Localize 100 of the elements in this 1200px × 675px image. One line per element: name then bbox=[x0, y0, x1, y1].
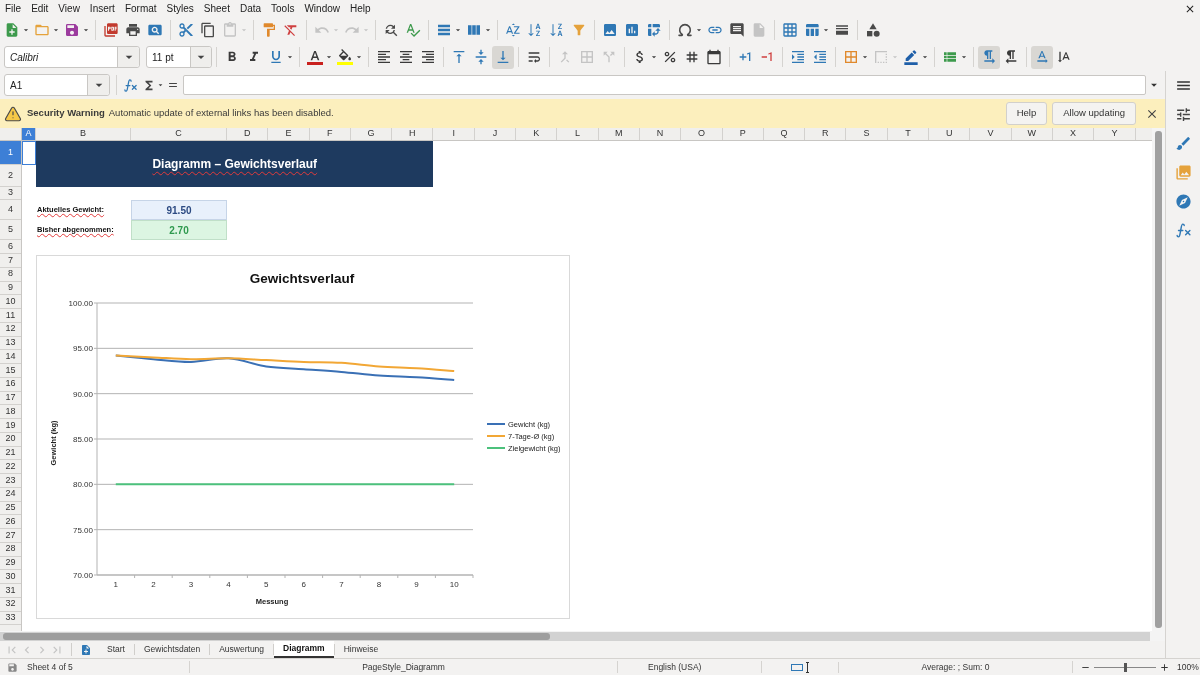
column-header[interactable]: M bbox=[598, 128, 640, 140]
row-header[interactable]: 30 bbox=[0, 570, 21, 584]
warning-action-button[interactable]: Help bbox=[1005, 102, 1048, 125]
scissors-icon[interactable] bbox=[178, 22, 194, 38]
sheet-tab[interactable]: Gewichtsdaten bbox=[134, 641, 210, 658]
column-header[interactable]: T bbox=[887, 128, 930, 140]
column-header[interactable]: G bbox=[350, 128, 393, 140]
function-icon[interactable] bbox=[123, 77, 138, 93]
row-header[interactable]: 8 bbox=[0, 267, 21, 282]
shapes-icon[interactable] bbox=[865, 22, 881, 38]
save-icon[interactable] bbox=[7, 661, 18, 673]
pdf-icon[interactable] bbox=[103, 22, 119, 38]
menu-item[interactable]: Help bbox=[350, 1, 371, 16]
row-header[interactable]: 5 bbox=[0, 220, 21, 240]
column-header[interactable]: Q bbox=[763, 128, 806, 140]
column-header[interactable]: B bbox=[36, 128, 131, 140]
column-header[interactable]: I bbox=[433, 128, 475, 140]
menu-item[interactable]: Styles bbox=[166, 1, 194, 16]
column-header[interactable]: D bbox=[227, 128, 269, 140]
sheet-tab[interactable]: Hinweise bbox=[334, 641, 388, 658]
menu-item[interactable]: View bbox=[58, 1, 80, 16]
align-top-icon[interactable] bbox=[451, 49, 467, 65]
menu-item[interactable]: Sheet bbox=[203, 1, 230, 16]
row-header[interactable]: 27 bbox=[0, 529, 21, 543]
compass-icon[interactable] bbox=[1174, 193, 1192, 210]
row-header[interactable]: 10 bbox=[0, 295, 21, 309]
list-icon[interactable] bbox=[942, 49, 958, 65]
hash-icon[interactable] bbox=[684, 49, 700, 65]
pen-icon[interactable] bbox=[903, 49, 919, 65]
rows-icon[interactable] bbox=[436, 22, 452, 38]
column-header[interactable]: A bbox=[22, 128, 36, 140]
row-header[interactable]: 20 bbox=[0, 432, 21, 447]
column-header[interactable]: U bbox=[929, 128, 971, 140]
selection-mode-icon[interactable] bbox=[790, 661, 810, 673]
spellcheck-icon[interactable] bbox=[405, 22, 421, 38]
menu-item[interactable]: Tools bbox=[271, 1, 295, 16]
column-header[interactable]: J bbox=[474, 128, 517, 140]
font-size-combobox[interactable]: 11 pt bbox=[146, 46, 212, 68]
warning-action-button[interactable]: Allow updating bbox=[1052, 102, 1136, 125]
pivot-table-icon[interactable] bbox=[646, 22, 662, 38]
new-document-icon[interactable] bbox=[4, 22, 20, 38]
align-center-icon[interactable] bbox=[398, 49, 414, 65]
row-header[interactable]: 31 bbox=[0, 584, 21, 598]
save-icon[interactable] bbox=[64, 22, 80, 38]
comment-icon[interactable] bbox=[729, 22, 745, 38]
columns-icon[interactable] bbox=[466, 22, 482, 38]
column-header[interactable]: Y bbox=[1094, 128, 1136, 140]
row-header[interactable]: 19 bbox=[0, 419, 21, 433]
indent-increase-icon[interactable] bbox=[790, 49, 806, 65]
row-header[interactable]: 26 bbox=[0, 515, 21, 529]
omega-icon[interactable] bbox=[677, 22, 693, 38]
table-icon[interactable] bbox=[804, 22, 820, 38]
row-header[interactable]: 24 bbox=[0, 487, 21, 502]
name-box-combobox[interactable]: A1 bbox=[4, 74, 110, 96]
row-header[interactable]: 16 bbox=[0, 377, 21, 392]
column-header[interactable]: E bbox=[268, 128, 310, 140]
percent-icon[interactable] bbox=[662, 49, 678, 65]
split-view-icon[interactable] bbox=[834, 22, 850, 38]
column-header[interactable]: C bbox=[131, 128, 227, 140]
sort-descending-icon[interactable] bbox=[549, 22, 565, 38]
menu-item[interactable]: Data bbox=[239, 1, 262, 16]
page-search-icon[interactable] bbox=[147, 22, 163, 38]
row-header[interactable]: 32 bbox=[0, 597, 21, 612]
column-header[interactable]: V bbox=[970, 128, 1012, 140]
column-header[interactable]: K bbox=[516, 128, 558, 140]
font-color-icon[interactable] bbox=[307, 49, 323, 65]
row-header[interactable]: 1 bbox=[0, 141, 21, 165]
sort-ascending-icon[interactable] bbox=[527, 22, 543, 38]
borders-icon[interactable] bbox=[843, 49, 859, 65]
column-header[interactable]: F bbox=[309, 128, 351, 140]
calendar-icon[interactable] bbox=[706, 49, 722, 65]
row-header[interactable]: 12 bbox=[0, 322, 21, 337]
grid-icon[interactable] bbox=[782, 22, 798, 38]
text-vertical-icon[interactable] bbox=[1056, 49, 1072, 65]
row-header[interactable]: 21 bbox=[0, 446, 21, 461]
sliders-icon[interactable] bbox=[1174, 106, 1192, 123]
align-right-icon[interactable] bbox=[420, 49, 436, 65]
copy-icon[interactable] bbox=[200, 22, 216, 38]
row-header[interactable]: 25 bbox=[0, 501, 21, 516]
indent-decrease-icon[interactable] bbox=[812, 49, 828, 65]
plus-icon[interactable] bbox=[1159, 661, 1170, 673]
printer-icon[interactable] bbox=[125, 22, 141, 38]
menu-item[interactable]: File bbox=[5, 1, 22, 16]
column-header[interactable]: S bbox=[846, 128, 888, 140]
font-name-combobox[interactable]: Calibri bbox=[4, 46, 140, 68]
find-replace-icon[interactable] bbox=[383, 22, 399, 38]
column-header[interactable]: O bbox=[681, 128, 723, 140]
row-header[interactable]: 17 bbox=[0, 391, 21, 406]
row-header[interactable]: 15 bbox=[0, 364, 21, 378]
row-header[interactable]: 4 bbox=[0, 200, 21, 220]
zoom-slider-thumb[interactable] bbox=[1123, 662, 1127, 672]
sheet-tab[interactable]: Diagramm bbox=[274, 641, 334, 658]
row-header[interactable]: 7 bbox=[0, 254, 21, 268]
column-header[interactable]: W bbox=[1011, 128, 1053, 140]
row-header[interactable]: 33 bbox=[0, 611, 21, 626]
underline-icon[interactable] bbox=[268, 49, 284, 65]
row-header[interactable]: 2 bbox=[0, 165, 21, 187]
align-left-icon[interactable] bbox=[376, 49, 392, 65]
right-to-left-icon[interactable] bbox=[1003, 49, 1019, 65]
row-header[interactable]: 14 bbox=[0, 350, 21, 364]
